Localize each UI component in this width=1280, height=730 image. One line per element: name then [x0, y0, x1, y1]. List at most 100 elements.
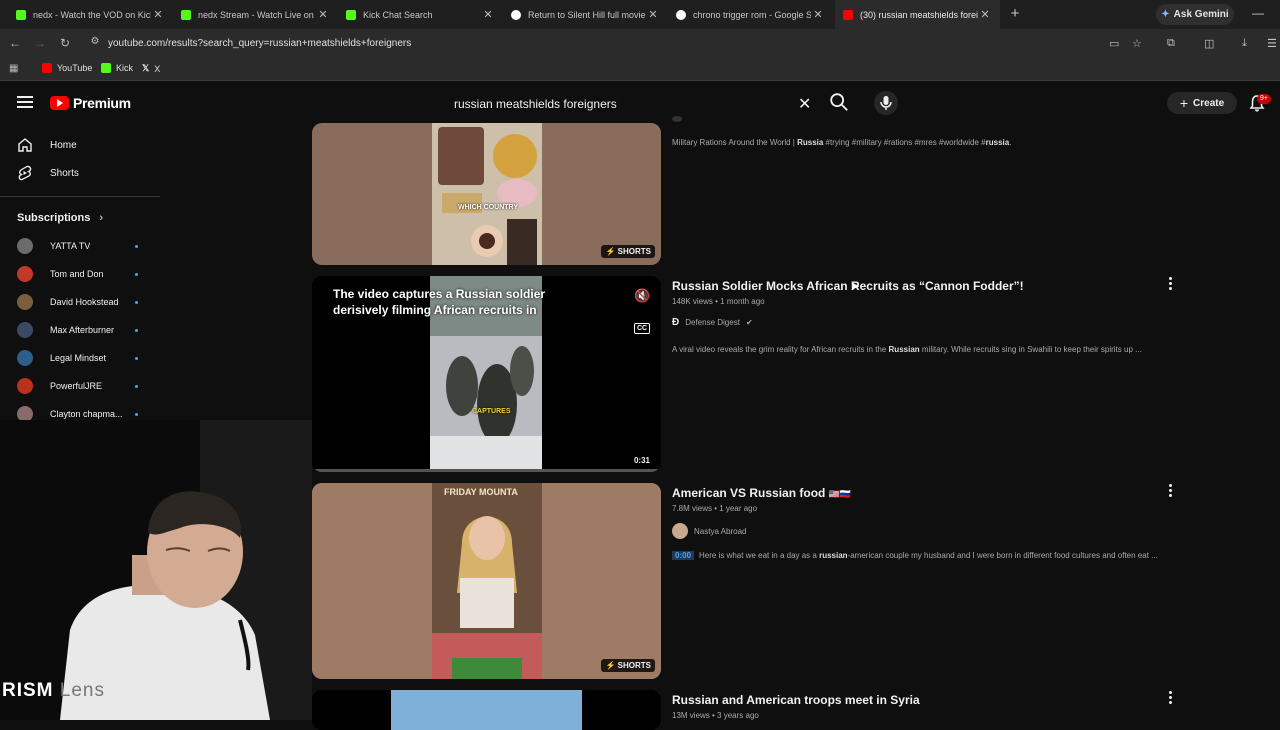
- tab-close-icon[interactable]: ✕: [811, 8, 825, 21]
- bookmark-kick[interactable]: Kick: [101, 63, 133, 73]
- more-actions-icon[interactable]: [1166, 484, 1174, 498]
- browser-tab[interactable]: nedx Stream - Watch Live on Ki ✕: [173, 0, 338, 29]
- video-title[interactable]: American VS Russian food 🇺🇸🇷🇺: [672, 486, 851, 500]
- download-icon[interactable]: ⤓: [1242, 37, 1247, 50]
- tab-title: (30) russian meatshields foreign: [860, 9, 978, 20]
- ask-gemini-button[interactable]: ✦ Ask Gemini: [1156, 4, 1234, 25]
- video-thumbnail[interactable]: WHICH COUNTRY ⚡ SHORTS: [312, 123, 661, 265]
- create-label: Create: [1193, 97, 1225, 109]
- bookmark-youtube[interactable]: YouTube: [42, 63, 92, 73]
- tab-close-icon[interactable]: ✕: [978, 8, 992, 21]
- tab-close-icon[interactable]: ✕: [151, 8, 165, 21]
- video-thumbnail[interactable]: [312, 690, 661, 730]
- mute-icon[interactable]: 🔇: [634, 288, 650, 304]
- description-text: .: [1009, 138, 1012, 147]
- more-actions-icon[interactable]: [1166, 691, 1174, 705]
- minimize-window-icon[interactable]: —: [1252, 6, 1264, 20]
- watermark-main: RISM: [2, 680, 54, 701]
- description-highlight: Russian: [888, 345, 920, 354]
- create-button[interactable]: + Create: [1167, 92, 1237, 114]
- subscription-name: Max Afterburner: [50, 325, 115, 335]
- menu-icon[interactable]: ☰: [1267, 37, 1277, 50]
- syria-thumbnail-image: [391, 690, 582, 730]
- closed-captions-icon[interactable]: CC: [634, 323, 651, 334]
- new-content-dot: [135, 273, 138, 276]
- browser-tab-active[interactable]: (30) russian meatshields foreign ✕: [835, 0, 1000, 29]
- browser-tab[interactable]: nedx - Watch the VOD on Kick ✕: [8, 0, 173, 29]
- chevron-right-icon: ›: [99, 212, 104, 224]
- install-app-icon[interactable]: ▭: [1109, 37, 1119, 50]
- google-favicon-icon: [676, 9, 686, 20]
- subscriptions-label: Subscriptions: [17, 212, 91, 224]
- video-thumbnail[interactable]: FRIDAY MOUNTA ⚡ SHORTS: [312, 483, 661, 679]
- description-text: #trying #military #rations #mres #worldw…: [823, 138, 986, 147]
- progress-bar-fill: [312, 469, 316, 472]
- channel-row-partial: [672, 116, 682, 122]
- voice-search-button[interactable]: [874, 91, 898, 115]
- video-title[interactable]: Russian and American troops meet in Syri…: [672, 693, 920, 707]
- browser-tab[interactable]: chrono trigger rom - Google Se ✕: [668, 0, 833, 29]
- channel-avatar: [17, 294, 33, 310]
- back-arrow-icon[interactable]: ←: [7, 36, 23, 50]
- timestamp-chip[interactable]: 0:00: [672, 551, 695, 560]
- bookmark-label: YouTube: [57, 63, 93, 73]
- clear-search-icon[interactable]: ✕: [798, 94, 811, 114]
- extensions-icon[interactable]: ⧉: [1167, 37, 1175, 50]
- google-favicon-icon: [511, 9, 521, 20]
- hamburger-menu-icon[interactable]: [17, 96, 33, 108]
- new-content-dot: [135, 413, 138, 416]
- sidebar-item-shorts[interactable]: Shorts: [0, 159, 160, 187]
- thumbnail-overlay-text: CAPTURES: [472, 408, 511, 415]
- bookmarks-bar: ▦ YouTube Kick 𝕏 X: [0, 59, 1280, 81]
- youtube-logo[interactable]: Premium: [50, 95, 131, 111]
- browser-tab[interactable]: Kick Chat Search ✕: [338, 0, 503, 29]
- video-title[interactable]: Russian Soldier Mocks African Recruits a…: [672, 279, 1024, 293]
- youtube-play-icon: [50, 96, 69, 110]
- apps-grid-icon[interactable]: ▦: [9, 63, 18, 74]
- video-title-flags: 🇺🇸🇷🇺: [828, 489, 852, 499]
- sidebar-item-label: Home: [50, 139, 77, 151]
- tab-close-icon[interactable]: ✕: [646, 8, 660, 21]
- video-meta: 7.8M views • 1 year ago: [672, 504, 758, 513]
- thumbnail-overlay-text: WHICH COUNTRY: [458, 204, 519, 211]
- subscriptions-heading[interactable]: Subscriptions ›: [17, 212, 103, 224]
- more-actions-icon[interactable]: [1166, 277, 1174, 291]
- new-tab-button[interactable]: +: [1006, 5, 1024, 23]
- browser-toolbar: ← → ↻ ⚙ youtube.com/results?search_query…: [0, 29, 1280, 59]
- subscription-name: PowerfulJRE: [50, 381, 103, 391]
- subscription-item[interactable]: YATTA TV: [0, 234, 160, 258]
- channel-row[interactable]: Ð Defense Digest ✔: [672, 317, 753, 328]
- video-preview-player[interactable]: The video captures a Russian soldier der…: [312, 276, 661, 472]
- subscription-item[interactable]: Legal Mindset: [0, 346, 160, 370]
- browser-tab[interactable]: Return to Silent Hill full movie ✕: [503, 0, 668, 29]
- reload-icon[interactable]: ↻: [57, 36, 73, 50]
- forward-arrow-icon[interactable]: →: [32, 36, 48, 50]
- subscription-item[interactable]: Tom and Don: [0, 262, 160, 286]
- search-input[interactable]: russian meatshields foreigners ✕: [446, 87, 824, 119]
- subscription-item[interactable]: PowerfulJRE: [0, 374, 160, 398]
- video-meta: 148K views • 1 month ago: [672, 297, 765, 306]
- description-text: A viral video reveals the grim reality f…: [672, 345, 889, 354]
- browser-tab-strip: nedx - Watch the VOD on Kick ✕ nedx Stre…: [0, 0, 1280, 29]
- bookmark-x[interactable]: 𝕏 X: [142, 63, 160, 74]
- progress-bar-track[interactable]: [312, 469, 661, 472]
- channel-row[interactable]: Nastya Abroad: [672, 523, 746, 539]
- duration-badge: 0:31: [630, 455, 653, 466]
- description-text: -american couple my husband and I were b…: [847, 551, 1158, 560]
- bookmark-star-icon[interactable]: ☆: [1132, 37, 1142, 50]
- channel-name: Defense Digest: [685, 318, 740, 327]
- site-info-icon[interactable]: ⚙: [87, 36, 103, 47]
- url-text[interactable]: youtube.com/results?search_query=russian…: [108, 38, 411, 49]
- tab-close-icon[interactable]: ✕: [481, 8, 495, 21]
- kick-favicon-icon: [16, 9, 26, 20]
- subscription-item[interactable]: David Hookstead: [0, 290, 160, 314]
- youtube-favicon-icon: [42, 63, 52, 73]
- subscription-name: David Hookstead: [50, 297, 119, 307]
- video-description: Military Rations Around the World | Russ…: [672, 138, 1172, 147]
- search-icon[interactable]: [828, 91, 850, 113]
- sidebar-item-home[interactable]: Home: [0, 131, 160, 159]
- split-view-icon[interactable]: ◫: [1204, 37, 1214, 50]
- channel-logo-icon: Ð: [672, 317, 680, 328]
- subscription-item[interactable]: Max Afterburner: [0, 318, 160, 342]
- tab-close-icon[interactable]: ✕: [316, 8, 330, 21]
